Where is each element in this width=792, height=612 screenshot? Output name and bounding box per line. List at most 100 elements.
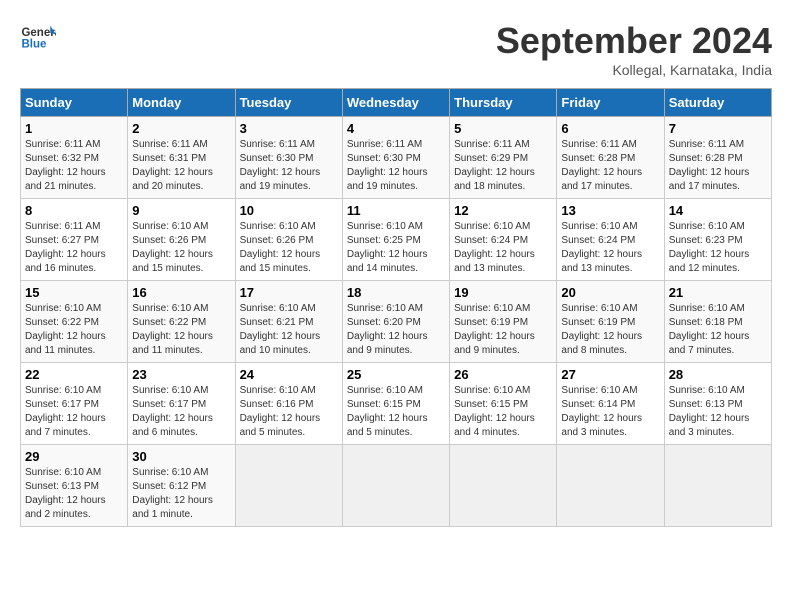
day-number: 26 bbox=[454, 367, 552, 382]
day-number: 11 bbox=[347, 203, 445, 218]
day-number: 21 bbox=[669, 285, 767, 300]
day-number: 15 bbox=[25, 285, 123, 300]
day-info: Sunrise: 6:10 AMSunset: 6:12 PMDaylight:… bbox=[132, 467, 213, 520]
day-info: Sunrise: 6:10 AMSunset: 6:13 PMDaylight:… bbox=[25, 467, 106, 520]
day-number: 3 bbox=[240, 121, 338, 136]
day-info: Sunrise: 6:11 AMSunset: 6:32 PMDaylight:… bbox=[25, 139, 106, 192]
day-info: Sunrise: 6:10 AMSunset: 6:20 PMDaylight:… bbox=[347, 303, 428, 356]
day-number: 13 bbox=[561, 203, 659, 218]
calendar-day: 19 Sunrise: 6:10 AMSunset: 6:19 PMDaylig… bbox=[450, 281, 557, 363]
calendar-day: 5 Sunrise: 6:11 AMSunset: 6:29 PMDayligh… bbox=[450, 117, 557, 199]
calendar-day: 17 Sunrise: 6:10 AMSunset: 6:21 PMDaylig… bbox=[235, 281, 342, 363]
day-number: 22 bbox=[25, 367, 123, 382]
day-info: Sunrise: 6:11 AMSunset: 6:28 PMDaylight:… bbox=[561, 139, 642, 192]
day-number: 16 bbox=[132, 285, 230, 300]
day-info: Sunrise: 6:10 AMSunset: 6:22 PMDaylight:… bbox=[132, 303, 213, 356]
calendar-day bbox=[342, 445, 449, 527]
day-info: Sunrise: 6:10 AMSunset: 6:13 PMDaylight:… bbox=[669, 385, 750, 438]
calendar-day: 9 Sunrise: 6:10 AMSunset: 6:26 PMDayligh… bbox=[128, 199, 235, 281]
calendar-day bbox=[664, 445, 771, 527]
day-info: Sunrise: 6:10 AMSunset: 6:25 PMDaylight:… bbox=[347, 221, 428, 274]
calendar-header-wednesday: Wednesday bbox=[342, 89, 449, 117]
calendar-day: 21 Sunrise: 6:10 AMSunset: 6:18 PMDaylig… bbox=[664, 281, 771, 363]
calendar-day: 26 Sunrise: 6:10 AMSunset: 6:15 PMDaylig… bbox=[450, 363, 557, 445]
day-number: 14 bbox=[669, 203, 767, 218]
day-number: 27 bbox=[561, 367, 659, 382]
day-info: Sunrise: 6:10 AMSunset: 6:14 PMDaylight:… bbox=[561, 385, 642, 438]
calendar-week-4: 22 Sunrise: 6:10 AMSunset: 6:17 PMDaylig… bbox=[21, 363, 772, 445]
day-number: 23 bbox=[132, 367, 230, 382]
calendar-day: 1 Sunrise: 6:11 AMSunset: 6:32 PMDayligh… bbox=[21, 117, 128, 199]
calendar-day: 16 Sunrise: 6:10 AMSunset: 6:22 PMDaylig… bbox=[128, 281, 235, 363]
day-number: 6 bbox=[561, 121, 659, 136]
calendar-day: 27 Sunrise: 6:10 AMSunset: 6:14 PMDaylig… bbox=[557, 363, 664, 445]
day-info: Sunrise: 6:11 AMSunset: 6:28 PMDaylight:… bbox=[669, 139, 750, 192]
day-info: Sunrise: 6:10 AMSunset: 6:19 PMDaylight:… bbox=[561, 303, 642, 356]
calendar-day: 23 Sunrise: 6:10 AMSunset: 6:17 PMDaylig… bbox=[128, 363, 235, 445]
calendar-day: 8 Sunrise: 6:11 AMSunset: 6:27 PMDayligh… bbox=[21, 199, 128, 281]
svg-text:Blue: Blue bbox=[21, 38, 47, 50]
calendar-day: 24 Sunrise: 6:10 AMSunset: 6:16 PMDaylig… bbox=[235, 363, 342, 445]
day-info: Sunrise: 6:10 AMSunset: 6:16 PMDaylight:… bbox=[240, 385, 321, 438]
day-info: Sunrise: 6:10 AMSunset: 6:23 PMDaylight:… bbox=[669, 221, 750, 274]
logo: General Blue bbox=[20, 20, 56, 56]
calendar-table: SundayMondayTuesdayWednesdayThursdayFrid… bbox=[20, 88, 772, 527]
calendar-day bbox=[235, 445, 342, 527]
calendar-header-friday: Friday bbox=[557, 89, 664, 117]
calendar-day: 13 Sunrise: 6:10 AMSunset: 6:24 PMDaylig… bbox=[557, 199, 664, 281]
day-info: Sunrise: 6:10 AMSunset: 6:22 PMDaylight:… bbox=[25, 303, 106, 356]
calendar-day: 2 Sunrise: 6:11 AMSunset: 6:31 PMDayligh… bbox=[128, 117, 235, 199]
calendar-day: 4 Sunrise: 6:11 AMSunset: 6:30 PMDayligh… bbox=[342, 117, 449, 199]
calendar-day: 20 Sunrise: 6:10 AMSunset: 6:19 PMDaylig… bbox=[557, 281, 664, 363]
day-number: 18 bbox=[347, 285, 445, 300]
day-number: 20 bbox=[561, 285, 659, 300]
day-info: Sunrise: 6:10 AMSunset: 6:26 PMDaylight:… bbox=[240, 221, 321, 274]
day-info: Sunrise: 6:10 AMSunset: 6:19 PMDaylight:… bbox=[454, 303, 535, 356]
day-number: 19 bbox=[454, 285, 552, 300]
page-header: General Blue September 2024 Kollegal, Ka… bbox=[20, 20, 772, 78]
day-number: 30 bbox=[132, 449, 230, 464]
day-info: Sunrise: 6:10 AMSunset: 6:26 PMDaylight:… bbox=[132, 221, 213, 274]
day-number: 24 bbox=[240, 367, 338, 382]
calendar-day: 29 Sunrise: 6:10 AMSunset: 6:13 PMDaylig… bbox=[21, 445, 128, 527]
day-number: 12 bbox=[454, 203, 552, 218]
calendar-header-tuesday: Tuesday bbox=[235, 89, 342, 117]
day-number: 5 bbox=[454, 121, 552, 136]
calendar-day: 22 Sunrise: 6:10 AMSunset: 6:17 PMDaylig… bbox=[21, 363, 128, 445]
day-info: Sunrise: 6:10 AMSunset: 6:18 PMDaylight:… bbox=[669, 303, 750, 356]
calendar-day: 3 Sunrise: 6:11 AMSunset: 6:30 PMDayligh… bbox=[235, 117, 342, 199]
day-info: Sunrise: 6:11 AMSunset: 6:29 PMDaylight:… bbox=[454, 139, 535, 192]
day-number: 7 bbox=[669, 121, 767, 136]
calendar-week-1: 1 Sunrise: 6:11 AMSunset: 6:32 PMDayligh… bbox=[21, 117, 772, 199]
day-info: Sunrise: 6:10 AMSunset: 6:17 PMDaylight:… bbox=[25, 385, 106, 438]
calendar-day: 25 Sunrise: 6:10 AMSunset: 6:15 PMDaylig… bbox=[342, 363, 449, 445]
day-number: 25 bbox=[347, 367, 445, 382]
calendar-week-5: 29 Sunrise: 6:10 AMSunset: 6:13 PMDaylig… bbox=[21, 445, 772, 527]
day-number: 8 bbox=[25, 203, 123, 218]
calendar-day: 6 Sunrise: 6:11 AMSunset: 6:28 PMDayligh… bbox=[557, 117, 664, 199]
day-number: 28 bbox=[669, 367, 767, 382]
calendar-day bbox=[450, 445, 557, 527]
day-info: Sunrise: 6:10 AMSunset: 6:15 PMDaylight:… bbox=[347, 385, 428, 438]
calendar-day: 11 Sunrise: 6:10 AMSunset: 6:25 PMDaylig… bbox=[342, 199, 449, 281]
calendar-day: 28 Sunrise: 6:10 AMSunset: 6:13 PMDaylig… bbox=[664, 363, 771, 445]
day-number: 17 bbox=[240, 285, 338, 300]
day-number: 4 bbox=[347, 121, 445, 136]
calendar-week-2: 8 Sunrise: 6:11 AMSunset: 6:27 PMDayligh… bbox=[21, 199, 772, 281]
day-info: Sunrise: 6:10 AMSunset: 6:15 PMDaylight:… bbox=[454, 385, 535, 438]
day-number: 29 bbox=[25, 449, 123, 464]
calendar-day: 10 Sunrise: 6:10 AMSunset: 6:26 PMDaylig… bbox=[235, 199, 342, 281]
calendar-day: 30 Sunrise: 6:10 AMSunset: 6:12 PMDaylig… bbox=[128, 445, 235, 527]
calendar-day: 14 Sunrise: 6:10 AMSunset: 6:23 PMDaylig… bbox=[664, 199, 771, 281]
calendar-header-saturday: Saturday bbox=[664, 89, 771, 117]
calendar-week-3: 15 Sunrise: 6:10 AMSunset: 6:22 PMDaylig… bbox=[21, 281, 772, 363]
day-info: Sunrise: 6:10 AMSunset: 6:21 PMDaylight:… bbox=[240, 303, 321, 356]
calendar-day: 15 Sunrise: 6:10 AMSunset: 6:22 PMDaylig… bbox=[21, 281, 128, 363]
day-info: Sunrise: 6:11 AMSunset: 6:27 PMDaylight:… bbox=[25, 221, 106, 274]
day-info: Sunrise: 6:11 AMSunset: 6:30 PMDaylight:… bbox=[240, 139, 321, 192]
calendar-day bbox=[557, 445, 664, 527]
day-number: 9 bbox=[132, 203, 230, 218]
calendar-header-monday: Monday bbox=[128, 89, 235, 117]
location-subtitle: Kollegal, Karnataka, India bbox=[496, 62, 772, 78]
calendar-day: 12 Sunrise: 6:10 AMSunset: 6:24 PMDaylig… bbox=[450, 199, 557, 281]
